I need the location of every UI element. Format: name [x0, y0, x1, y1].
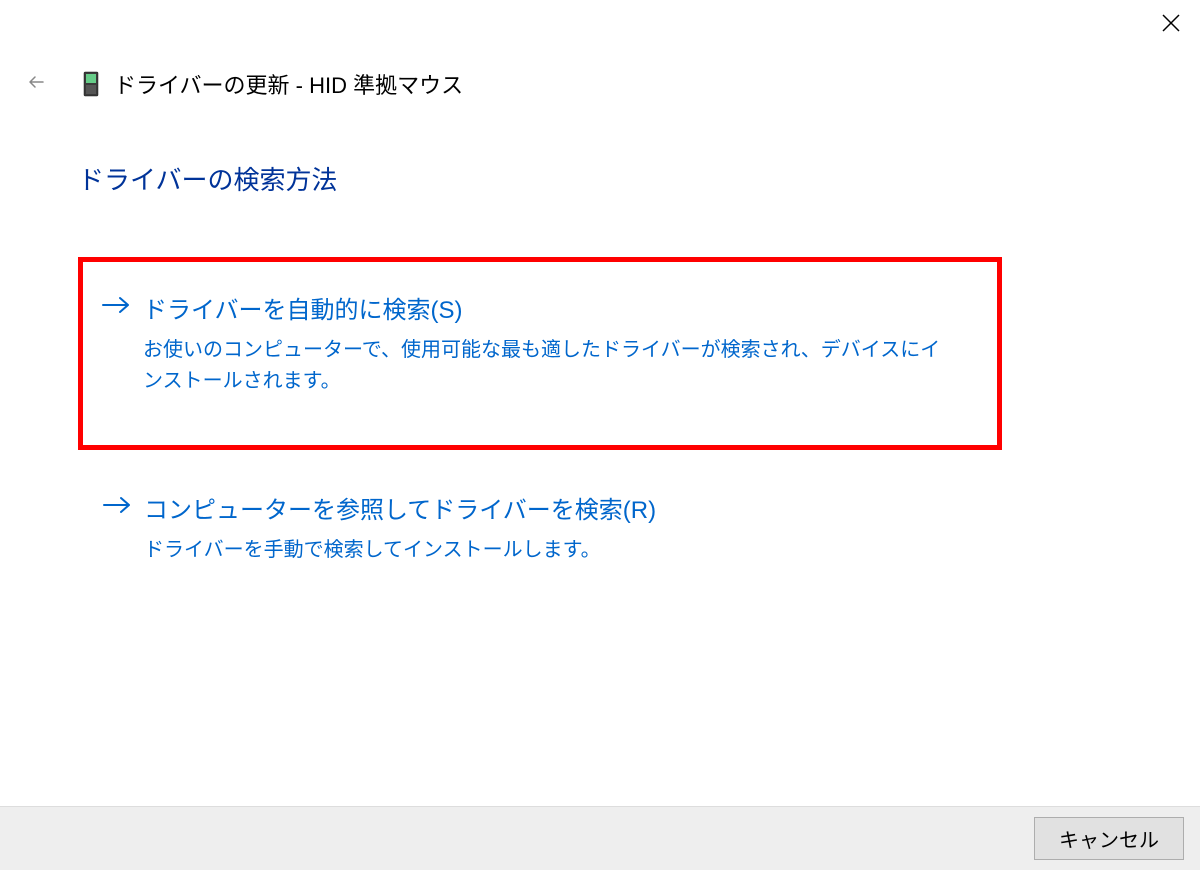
- option-title: ドライバーを自動的に検索(S): [143, 290, 979, 325]
- option-browse-container: コンピューターを参照してドライバーを検索(R) ドライバーを手動で検索してインス…: [78, 480, 1200, 576]
- option-description: お使いのコンピューターで、使用可能な最も適したドライバーが検索され、デバイスにイ…: [143, 335, 979, 397]
- device-icon: [82, 71, 100, 97]
- option-title: コンピューターを参照してドライバーを検索(R): [144, 490, 984, 525]
- option-auto-search[interactable]: ドライバーを自動的に検索(S) お使いのコンピューターで、使用可能な最も適したド…: [78, 257, 1002, 450]
- close-icon: [1161, 13, 1181, 38]
- close-button[interactable]: [1156, 10, 1186, 40]
- back-arrow-icon: [25, 70, 49, 99]
- dialog-footer: キャンセル: [0, 806, 1200, 870]
- dialog-header: ドライバーの更新 - HID 準拠マウス: [0, 0, 1200, 100]
- option-auto-search-container: ドライバーを自動的に検索(S) お使いのコンピューターで、使用可能な最も適したド…: [78, 257, 1200, 450]
- arrow-right-icon: [101, 294, 131, 321]
- arrow-right-icon: [102, 494, 132, 521]
- cancel-button[interactable]: キャンセル: [1034, 817, 1184, 860]
- dialog-content: ドライバーの検索方法 ドライバーを自動的に検索(S) お使いのコンピューターで、…: [0, 100, 1200, 576]
- option-browse[interactable]: コンピューターを参照してドライバーを検索(R) ドライバーを手動で検索してインス…: [78, 480, 1002, 576]
- option-description: ドライバーを手動で検索してインストールします。: [144, 535, 984, 566]
- dialog-title: ドライバーの更新 - HID 準拠マウス: [114, 68, 463, 100]
- back-button[interactable]: [22, 69, 52, 99]
- section-heading: ドライバーの検索方法: [78, 160, 1200, 197]
